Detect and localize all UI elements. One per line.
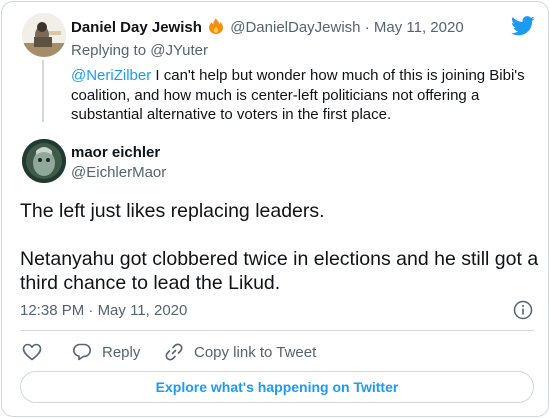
reply-label: Reply	[102, 343, 141, 361]
explore-button[interactable]: Explore what's happening on Twitter	[20, 371, 534, 403]
tweet-date: May 11, 2020	[97, 302, 188, 319]
parent-tweet-header: Daniel Day Jewish @DanielDayJewish · May…	[71, 18, 464, 37]
parent-author-name[interactable]: Daniel Day Jewish	[71, 19, 202, 36]
link-icon	[165, 343, 183, 361]
fire-icon	[209, 18, 224, 34]
tweet-timestamp[interactable]: 12:38 PM · May 11, 2020	[20, 301, 187, 320]
like-button[interactable]	[22, 341, 42, 363]
parent-date-separator: ·	[364, 19, 370, 36]
copy-link-button[interactable]: Copy link to Tweet	[164, 341, 316, 363]
actions-divider	[20, 330, 534, 331]
copy-link-label: Copy link to Tweet	[194, 343, 317, 361]
reply-icon	[73, 343, 91, 361]
info-icon[interactable]	[513, 300, 533, 320]
main-author-handle[interactable]: @EichlerMaor	[71, 163, 166, 182]
replying-to-handle[interactable]: @JYuter	[150, 42, 208, 59]
heart-icon	[22, 343, 42, 361]
parent-avatar[interactable]	[22, 13, 66, 57]
replying-to-line: Replying to @JYuter	[71, 41, 208, 60]
main-avatar-image	[22, 139, 66, 183]
replying-to-label: Replying to	[71, 42, 147, 59]
parent-date[interactable]: May 11, 2020	[374, 19, 464, 36]
main-tweet-paragraph-2: Netanyahu got clobbered twice in electio…	[20, 248, 539, 294]
mention-link[interactable]: @NeriZilber	[71, 67, 151, 84]
tweet-embed-card: Daniel Day Jewish @DanielDayJewish · May…	[1, 1, 549, 417]
parent-author-handle[interactable]: @DanielDayJewish	[230, 19, 360, 36]
parent-avatar-image	[22, 13, 66, 57]
tweet-meta-separator: ·	[88, 302, 94, 319]
tweet-time: 12:38 PM	[20, 302, 85, 319]
thread-connector-line	[42, 60, 44, 122]
main-author-name[interactable]: maor eichler	[71, 143, 160, 162]
main-tweet-paragraph-1: The left just likes replacing leaders.	[20, 200, 325, 222]
reply-button[interactable]: Reply	[72, 341, 140, 363]
main-avatar[interactable]	[22, 139, 66, 183]
twitter-bird-icon[interactable]	[511, 16, 535, 36]
parent-tweet-text: @NeriZilber I can't help but wonder how …	[71, 66, 541, 125]
